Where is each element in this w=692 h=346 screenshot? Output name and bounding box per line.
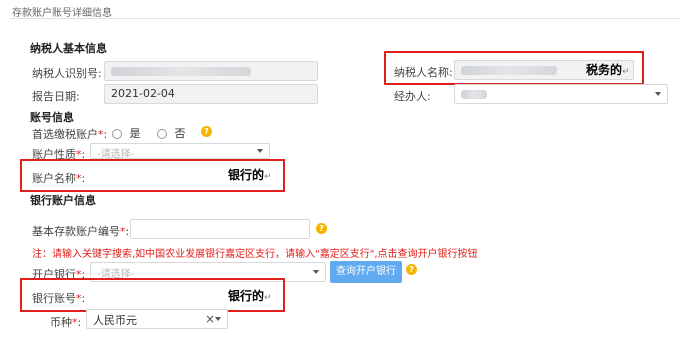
report-date-label: 报告日期: xyxy=(32,90,80,103)
help-icon[interactable]: ? xyxy=(201,126,212,137)
account-type-select[interactable]: -请选择- xyxy=(90,143,270,160)
help-icon[interactable]: ? xyxy=(316,223,327,234)
chevron-down-icon xyxy=(257,149,263,153)
blurred-value xyxy=(461,90,487,99)
preferred-yes-option[interactable]: 是 xyxy=(112,125,141,141)
taxpayer-name-annotation: 税务的↵ xyxy=(586,63,630,77)
report-date-field: 2021-02-04 xyxy=(104,84,318,104)
chevron-down-icon xyxy=(313,270,319,274)
currency-label: 币种*: xyxy=(50,316,82,329)
search-notice: 注：请输入关键字搜索,如中国农业发展银行嘉定区支行，请输入"嘉定区支行",点击查… xyxy=(32,249,478,260)
radio-icon[interactable] xyxy=(112,129,122,139)
radio-icon[interactable] xyxy=(157,129,167,139)
basic-account-no-label: 基本存款账户编号*: xyxy=(32,225,130,238)
account-name-annotation: 银行的↵ xyxy=(228,168,272,182)
currency-select[interactable]: 人民币元 × xyxy=(86,309,228,329)
query-bank-button[interactable]: 查询开户银行 xyxy=(330,261,402,283)
blurred-value xyxy=(111,67,251,76)
account-name-label: 账户名称*: xyxy=(32,172,86,185)
handler-label: 经办人: xyxy=(394,90,431,103)
blurred-value xyxy=(461,66,557,75)
preferred-no-option[interactable]: 否 xyxy=(157,125,186,141)
preferred-account-label: 首选缴税账户*: xyxy=(32,128,108,141)
taxpayer-name-label: 纳税人名称: xyxy=(394,66,453,79)
basic-account-no-input[interactable] xyxy=(130,219,310,239)
chevron-down-icon xyxy=(215,317,221,321)
handler-select[interactable] xyxy=(454,84,668,104)
taxpayer-id-field xyxy=(104,61,318,81)
bank-account-no-label: 银行账号*: xyxy=(32,292,86,305)
bank-account-no-annotation: 银行的↵ xyxy=(228,289,272,303)
taxpayer-section-title: 纳税人基本信息 xyxy=(30,42,107,55)
chevron-down-icon xyxy=(655,92,661,96)
header-divider xyxy=(10,18,680,19)
bank-section-title: 银行账户信息 xyxy=(30,194,96,207)
taxpayer-id-label: 纳税人识别号: xyxy=(32,67,102,80)
help-icon[interactable]: ? xyxy=(406,264,417,275)
page-title: 存款账户账号详细信息 xyxy=(12,8,112,19)
account-section-title: 账号信息 xyxy=(30,111,74,124)
clear-icon[interactable]: × xyxy=(205,312,215,326)
